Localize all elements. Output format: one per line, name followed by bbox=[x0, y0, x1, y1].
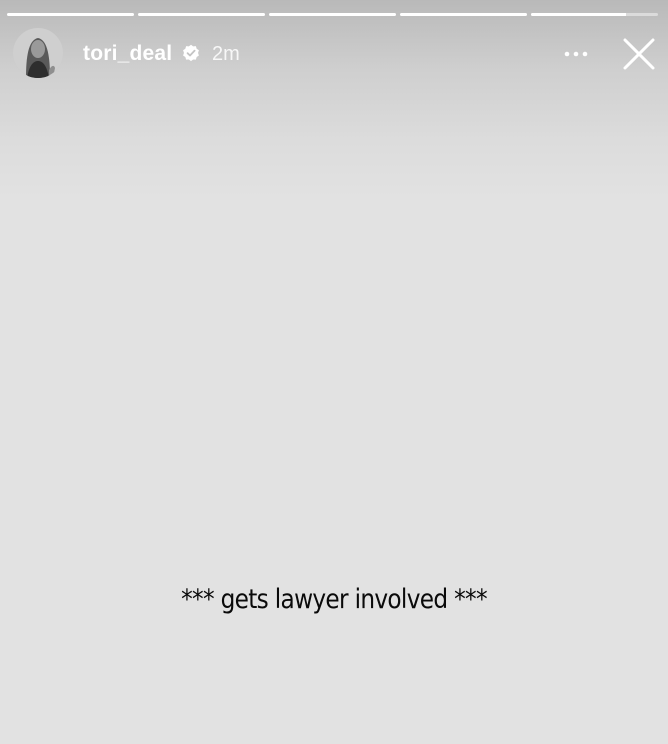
more-options-icon[interactable] bbox=[562, 42, 590, 66]
verified-badge-icon bbox=[183, 44, 199, 62]
avatar[interactable] bbox=[13, 28, 63, 78]
progress-segment-4 bbox=[400, 13, 527, 16]
progress-fill bbox=[400, 13, 527, 16]
story-caption: *** gets lawyer involved *** bbox=[181, 584, 487, 615]
progress-segment-2 bbox=[138, 13, 265, 16]
progress-segment-3 bbox=[269, 13, 396, 16]
progress-segment-5 bbox=[531, 13, 658, 16]
progress-fill bbox=[7, 13, 134, 16]
progress-fill bbox=[269, 13, 396, 16]
progress-fill bbox=[138, 13, 265, 16]
username[interactable]: tori_deal bbox=[83, 42, 172, 66]
progress-fill bbox=[531, 13, 627, 16]
story-viewer[interactable]: tori_deal 2m *** gets lawyer involved **… bbox=[0, 0, 668, 744]
avatar-photo bbox=[13, 28, 63, 78]
close-icon[interactable] bbox=[622, 37, 656, 71]
progress-segment-1 bbox=[7, 13, 134, 16]
post-time: 2m bbox=[212, 43, 240, 65]
story-progress-bars bbox=[7, 13, 658, 16]
story-header: tori_deal 2m bbox=[13, 28, 656, 80]
